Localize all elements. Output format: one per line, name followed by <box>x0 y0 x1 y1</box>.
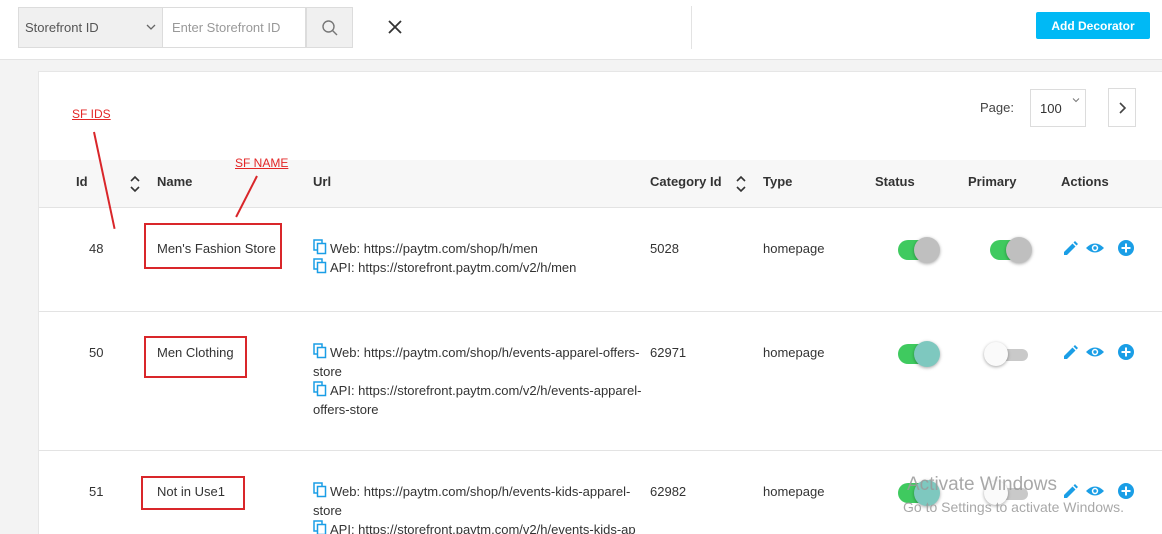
primary-toggle[interactable] <box>990 237 1032 263</box>
toggle-knob <box>914 341 940 367</box>
status-toggle[interactable] <box>898 237 940 263</box>
row-urls: Web: https://paytm.com/shop/h/men API: h… <box>313 239 643 277</box>
row-type: homepage <box>763 484 825 499</box>
storefront-filter-select[interactable]: Storefront ID <box>18 7 162 48</box>
annotation-sf-name: SF NAME <box>235 156 289 170</box>
header-name: Name <box>157 174 193 189</box>
add-circle-icon[interactable] <box>1117 239 1135 257</box>
search-icon <box>321 19 337 35</box>
api-url[interactable]: API: https://storefront.paytm.com/v2/h/e… <box>313 520 643 534</box>
row-id: 50 <box>89 345 104 360</box>
api-url[interactable]: API: https://storefront.paytm.com/v2/h/e… <box>313 381 643 419</box>
top-bar: Storefront ID Add Decorator <box>0 0 1162 60</box>
close-icon <box>388 20 402 34</box>
row-id: 51 <box>89 484 104 499</box>
sort-id-icon[interactable] <box>129 174 141 194</box>
row-urls: Web: https://paytm.com/shop/h/events-kid… <box>313 482 643 534</box>
filter-select-value: Storefront ID <box>25 20 99 35</box>
edit-pencil-icon[interactable] <box>1061 240 1079 258</box>
add-decorator-button[interactable]: Add Decorator <box>1036 12 1150 39</box>
storefront-id-input[interactable] <box>162 7 306 48</box>
web-url[interactable]: Web: https://paytm.com/shop/h/events-app… <box>313 343 643 381</box>
view-eye-icon[interactable] <box>1085 343 1105 361</box>
toolbar-divider <box>691 6 692 49</box>
api-url-text: API: https://storefront.paytm.com/v2/h/m… <box>330 260 577 275</box>
toggle-knob <box>914 237 940 263</box>
row-type: homepage <box>763 345 825 360</box>
primary-toggle[interactable] <box>984 342 1028 366</box>
header-actions: Actions <box>1061 174 1109 189</box>
page-size-select[interactable]: 100 <box>1030 89 1086 127</box>
header-category-id: Category Id <box>650 174 722 189</box>
header-url: Url <box>313 174 332 189</box>
header-type: Type <box>763 174 793 189</box>
api-url-text: API: https://storefront.paytm.com/v2/h/e… <box>313 383 642 417</box>
row-category-id: 62982 <box>650 484 687 499</box>
web-url-text: Web: https://paytm.com/shop/h/men <box>330 241 538 256</box>
chevron-right-icon <box>1119 101 1127 114</box>
web-url-text: Web: https://paytm.com/shop/h/events-kid… <box>313 484 631 518</box>
storefront-table-panel: Page: 100 Id Name Url Category Id Type S… <box>38 71 1162 534</box>
search-button[interactable] <box>306 7 353 48</box>
status-toggle[interactable] <box>898 341 940 367</box>
watermark-subtitle: Go to Settings to activate Windows. <box>903 499 1124 515</box>
api-url[interactable]: API: https://storefront.paytm.com/v2/h/m… <box>313 258 643 277</box>
row-type: homepage <box>763 241 825 256</box>
add-circle-icon[interactable] <box>1117 482 1135 500</box>
api-url-text: API: https://storefront.paytm.com/v2/h/e… <box>330 522 636 534</box>
annotation-box <box>141 476 245 510</box>
annotation-sf-ids: SF IDS <box>72 107 111 121</box>
copy-icon[interactable] <box>313 258 327 274</box>
annotation-box <box>144 223 282 269</box>
table-header: Id Name Url Category Id Type Status Prim… <box>39 160 1162 207</box>
next-page-button[interactable] <box>1108 88 1136 127</box>
view-eye-icon[interactable] <box>1085 482 1105 500</box>
copy-icon[interactable] <box>313 343 327 359</box>
annotation-box <box>144 336 247 378</box>
watermark-title: Activate Windows <box>907 474 1057 495</box>
copy-icon[interactable] <box>313 239 327 255</box>
add-circle-icon[interactable] <box>1117 343 1135 361</box>
edit-pencil-icon[interactable] <box>1061 344 1079 362</box>
chevron-down-icon <box>146 24 156 30</box>
copy-icon[interactable] <box>313 482 327 498</box>
clear-search-button[interactable] <box>382 14 408 40</box>
copy-icon[interactable] <box>313 381 327 397</box>
row-category-id: 62971 <box>650 345 687 360</box>
header-status: Status <box>875 174 915 189</box>
row-id: 48 <box>89 241 104 256</box>
sort-category-icon[interactable] <box>735 174 747 194</box>
header-primary: Primary <box>968 174 1017 189</box>
row-category-id: 5028 <box>650 241 679 256</box>
chevron-down-icon <box>1072 98 1080 103</box>
page-size-value: 100 <box>1040 100 1062 116</box>
web-url[interactable]: Web: https://paytm.com/shop/h/men <box>313 239 643 258</box>
row-urls: Web: https://paytm.com/shop/h/events-app… <box>313 343 643 419</box>
table-row: 50 Men Clothing Web: https://paytm.com/s… <box>39 311 1162 450</box>
page-size-label: Page: <box>980 100 1014 115</box>
header-id: Id <box>76 174 88 189</box>
web-url[interactable]: Web: https://paytm.com/shop/h/events-kid… <box>313 482 643 520</box>
view-eye-icon[interactable] <box>1085 239 1105 257</box>
web-url-text: Web: https://paytm.com/shop/h/events-app… <box>313 345 640 379</box>
toggle-knob <box>984 342 1008 366</box>
copy-icon[interactable] <box>313 520 327 534</box>
toggle-knob <box>1006 237 1032 263</box>
